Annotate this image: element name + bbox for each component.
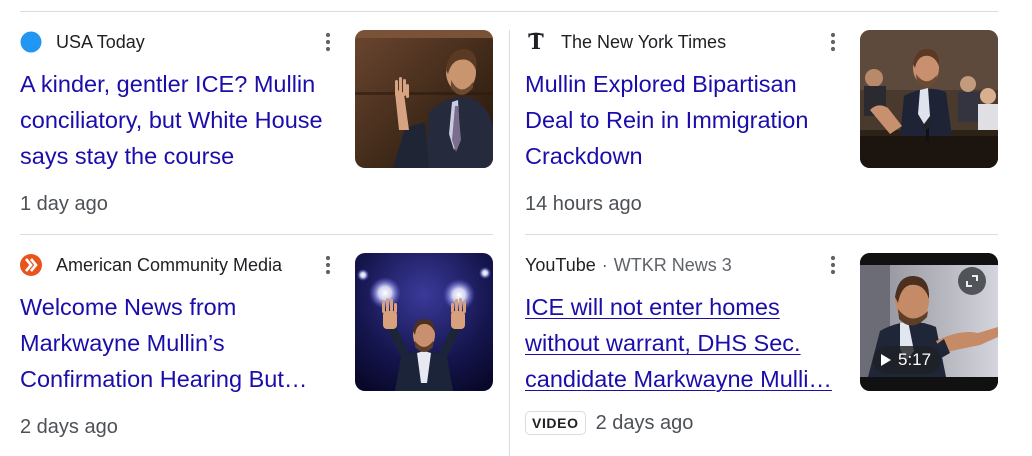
headline-link[interactable]: A kinder, gentler ICE? Mullin conciliato… (20, 66, 338, 174)
card-meta: 2 days ago (20, 416, 118, 439)
headline-link[interactable]: ICE will not enter homes without warrant… (525, 289, 843, 397)
thumbnail-image[interactable] (355, 253, 493, 391)
news-card-nyt[interactable]: T The New York Times Mullin Explored Bip… (525, 30, 999, 230)
headline-line: Confirmation Hearing But… (20, 366, 308, 392)
more-options-button[interactable] (316, 30, 340, 54)
timestamp: 2 days ago (595, 411, 694, 434)
card-meta: VIDEO 2 days ago (525, 411, 693, 435)
headline-line: Crackdown (525, 143, 643, 169)
headline-line: without warrant, DHS Sec. (525, 330, 801, 356)
headline-line: says stay the course (20, 143, 235, 169)
more-vert-icon (830, 255, 836, 275)
usa-today-blue-dot-icon (20, 31, 42, 53)
more-vert-icon (325, 255, 331, 275)
source-row: YouTube · WTKR News 3 (525, 253, 732, 277)
headline-line: Welcome News from (20, 294, 237, 320)
source-name: USA Today (56, 31, 145, 52)
headline-line: candidate Markwayne Mulli… (525, 366, 832, 392)
headline-line: ICE will not enter homes (525, 294, 780, 320)
headline-line: conciliatory, but White House (20, 107, 323, 133)
source-row: USA Today (20, 30, 145, 54)
headline-link[interactable]: Welcome News from Markwayne Mullin’s Con… (20, 289, 338, 397)
card-meta: 1 day ago (20, 193, 108, 216)
play-icon (881, 354, 891, 366)
headline-line: A kinder, gentler ICE? Mullin (20, 71, 316, 97)
headline-line: Markwayne Mullin’s (20, 330, 225, 356)
nyt-logo-icon: T (525, 31, 547, 53)
video-badge: VIDEO (525, 411, 586, 435)
top-divider (20, 11, 998, 12)
timestamp: 2 days ago (20, 416, 118, 438)
timestamp: 14 hours ago (525, 193, 642, 215)
source-name: The New York Times (561, 31, 727, 52)
source-row: American Community Media (20, 253, 282, 277)
video-thumbnail[interactable]: 5:17 (860, 253, 998, 391)
more-vert-icon (830, 32, 836, 52)
source-name: American Community Media (56, 254, 283, 275)
thumbnail-image[interactable] (860, 30, 998, 168)
news-card-american-community-media[interactable]: American Community Media Welcome News fr… (20, 253, 494, 453)
video-duration: 5:17 (873, 346, 942, 374)
source-separator: · (601, 254, 608, 275)
card-meta: 14 hours ago (525, 193, 642, 216)
more-vert-icon (325, 32, 331, 52)
row-divider-right (525, 234, 998, 235)
expand-button[interactable] (958, 267, 986, 295)
column-divider (509, 30, 510, 456)
acm-orange-chevron-icon (20, 254, 42, 276)
row-divider-left (20, 234, 493, 235)
source-name: YouTube (525, 254, 596, 275)
headline-line: Mullin Explored Bipartisan (525, 71, 797, 97)
headline-link[interactable]: Mullin Explored Bipartisan Deal to Rein … (525, 66, 843, 174)
duration-label: 5:17 (898, 350, 932, 369)
thumbnail-image[interactable] (355, 30, 493, 168)
timestamp: 1 day ago (20, 193, 108, 215)
source-row: T The New York Times (525, 30, 726, 54)
more-options-button[interactable] (821, 253, 845, 277)
more-options-button[interactable] (316, 253, 340, 277)
news-card-youtube-wtkr[interactable]: YouTube · WTKR News 3 ICE will not enter… (525, 253, 999, 453)
headline-line: Deal to Rein in Immigration (525, 107, 809, 133)
news-card-usa-today[interactable]: USA Today A kinder, gentler ICE? Mullin … (20, 30, 494, 230)
more-options-button[interactable] (821, 30, 845, 54)
expand-icon (966, 275, 978, 287)
source-channel: WTKR News 3 (613, 254, 732, 275)
